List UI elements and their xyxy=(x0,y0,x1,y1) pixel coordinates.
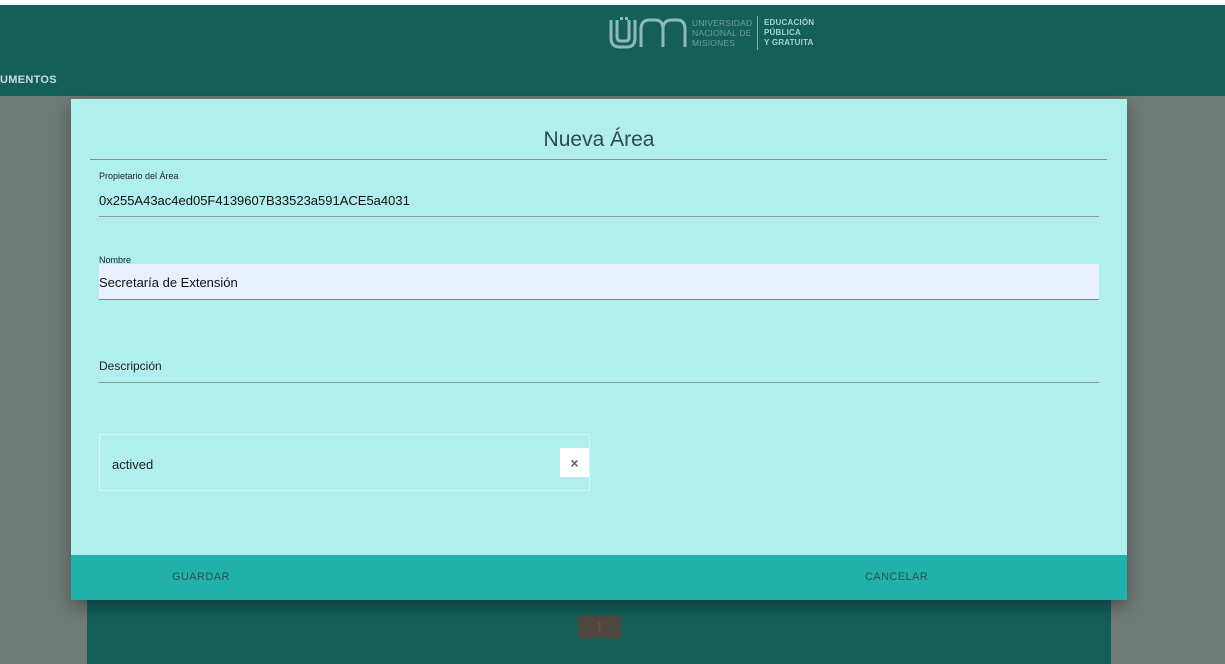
university-name: UNIVERSIDAD NACIONAL DE MISIONES xyxy=(692,18,754,48)
slogan-line: Y GRATUITA xyxy=(764,38,814,47)
owner-field-underline xyxy=(99,216,1099,217)
name-input[interactable]: Secretaría de Extensión xyxy=(99,264,1099,300)
nav-item-documentos[interactable]: UMENTOS xyxy=(0,74,57,86)
slogan-line: PÚBLICA xyxy=(764,28,801,37)
logo-divider xyxy=(757,16,758,50)
university-line: MISIONES xyxy=(692,38,736,48)
dialog-title: Nueva Área xyxy=(543,128,655,151)
save-button[interactable]: GUARDAR xyxy=(172,571,230,583)
top-header: UNIVERSIDAD NACIONAL DE MISIONES EDUCACI… xyxy=(0,5,1225,96)
status-value: actived xyxy=(112,457,154,472)
pagination-page-button[interactable]: 1 xyxy=(578,616,621,638)
description-underline xyxy=(99,382,1099,383)
new-area-dialog: Nueva Área Propietario del Área 0x255A43… xyxy=(71,99,1127,600)
unam-logo-icon xyxy=(609,17,687,49)
dialog-footer: GUARDAR CANCELAR xyxy=(71,555,1127,600)
description-input[interactable]: Descripción xyxy=(99,359,162,373)
owner-label: Propietario del Área xyxy=(99,171,179,181)
university-logo[interactable]: UNIVERSIDAD NACIONAL DE MISIONES EDUCACI… xyxy=(607,14,814,52)
university-line: NACIONAL DE xyxy=(692,28,752,38)
cancel-button[interactable]: CANCELAR xyxy=(865,571,928,583)
owner-field[interactable]: 0x255A43ac4ed05F4139607B33523a591ACE5a40… xyxy=(99,193,410,208)
status-select[interactable]: actived × xyxy=(99,434,590,491)
name-input-value: Secretaría de Extensión xyxy=(99,275,238,290)
logo-slogan: EDUCACIÓN PÚBLICA Y GRATUITA xyxy=(764,18,814,48)
close-icon[interactable]: × xyxy=(560,448,589,477)
title-divider xyxy=(90,159,1107,160)
slogan-line: EDUCACIÓN xyxy=(764,18,815,27)
university-line: UNIVERSIDAD xyxy=(692,18,753,28)
